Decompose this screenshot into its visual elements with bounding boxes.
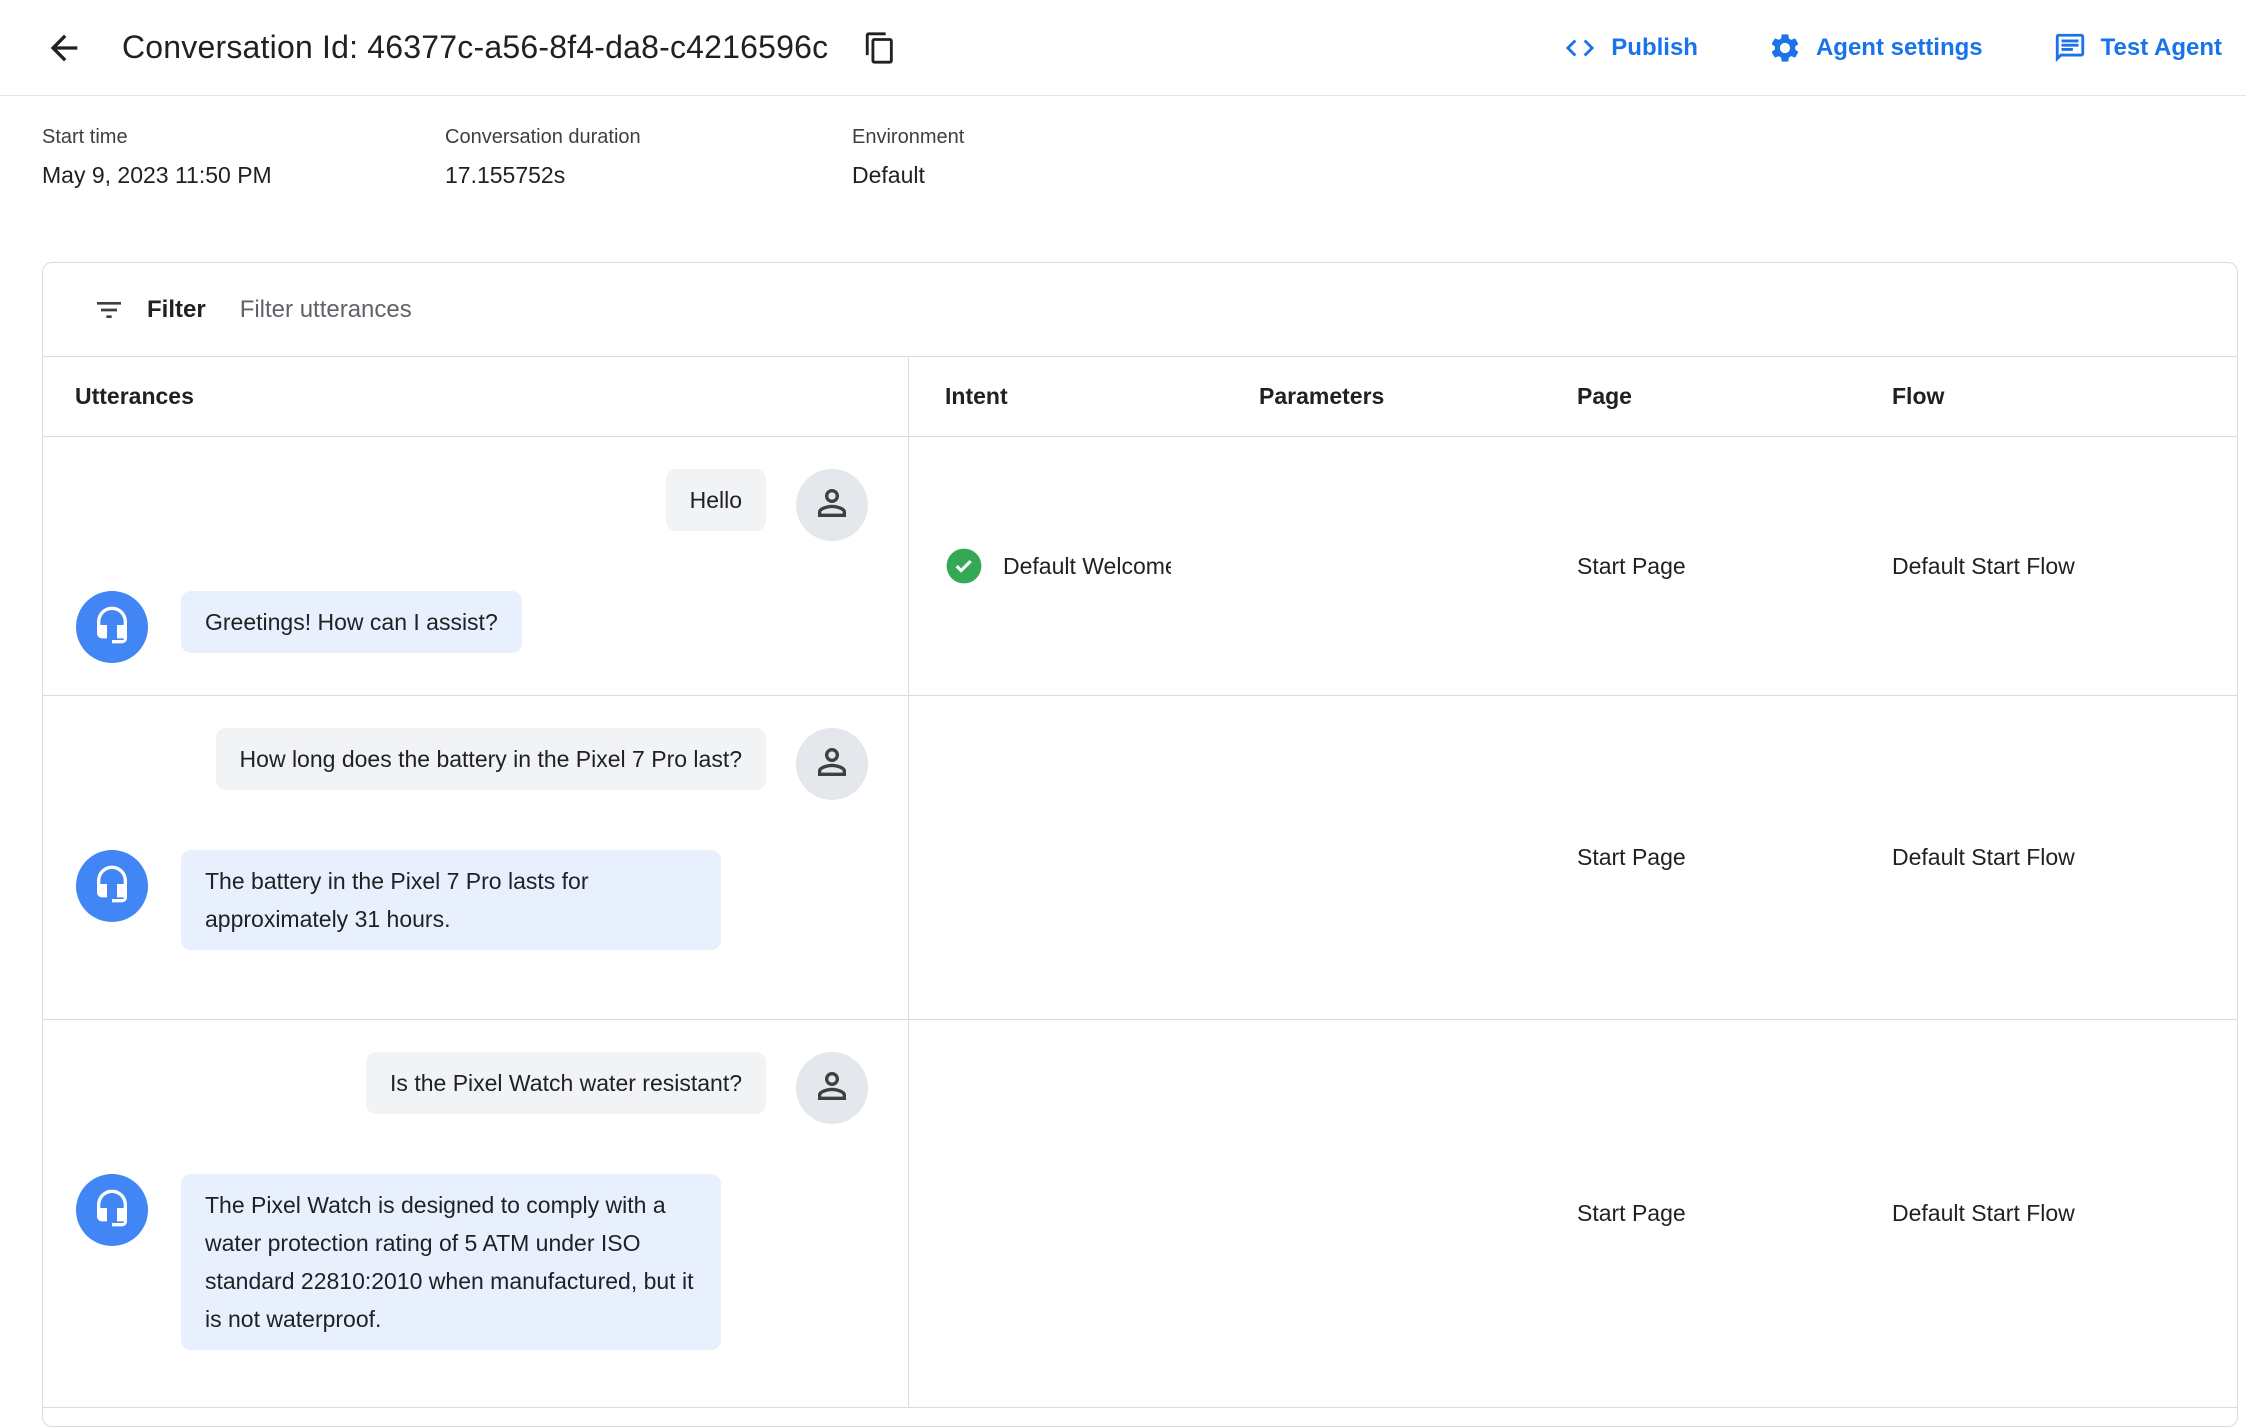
meta-value: Default	[852, 162, 925, 188]
utterances-cell: How long does the battery in the Pixel 7…	[43, 696, 909, 1019]
page-cell: Start Page	[1577, 844, 1686, 870]
meta-value: 17.155752s	[445, 162, 566, 188]
user-utterance: Is the Pixel Watch water resistant?	[366, 1052, 766, 1114]
user-utterance: How long does the battery in the Pixel 7…	[215, 728, 766, 790]
conversation-meta: Start time May 9, 2023 11:50 PM Conversa…	[0, 96, 2246, 262]
meta-value: May 9, 2023 11:50 PM	[42, 162, 272, 188]
intent-cell	[909, 1020, 1223, 1407]
meta-label: Start time	[42, 126, 128, 148]
page-cell: Start Page	[1577, 552, 1686, 579]
topbar: Conversation Id: 46377c-a56-8f4-da8-c421…	[0, 0, 2246, 96]
topbar-actions: Publish Agent settings Test Agent	[1563, 31, 2222, 65]
agent-avatar	[76, 591, 148, 663]
publish-button[interactable]: Publish	[1563, 31, 1698, 65]
agent-turn: The battery in the Pixel 7 Pro lasts for…	[43, 850, 908, 950]
test-agent-label: Test Agent	[2100, 33, 2222, 61]
table-row: How long does the battery in the Pixel 7…	[43, 696, 2237, 1020]
agent-avatar	[76, 1174, 148, 1246]
headset-icon	[92, 1188, 132, 1233]
chat-icon	[2053, 31, 2087, 65]
intent-cell: Default Welcome	[909, 437, 1223, 695]
agent-response: The battery in the Pixel 7 Pro lasts for…	[181, 850, 721, 950]
flow-cell: Default Start Flow	[1892, 552, 2075, 579]
agent-response: The Pixel Watch is designed to comply wi…	[181, 1174, 721, 1350]
filter-input[interactable]	[237, 294, 2207, 325]
conversation-panel: Filter Utterances Intent Parameters Page…	[42, 262, 2238, 1427]
meta-duration: Conversation duration 17.155752s	[445, 126, 852, 262]
user-avatar	[796, 469, 868, 541]
back-button[interactable]	[40, 24, 88, 72]
column-header-intent: Intent	[945, 383, 1008, 409]
page-cell: Start Page	[1577, 1200, 1686, 1226]
table-row: Is the Pixel Watch water resistant? The …	[43, 1020, 2237, 1408]
column-header-utterances: Utterances	[43, 357, 909, 436]
meta-label: Conversation duration	[445, 126, 641, 148]
agent-settings-label: Agent settings	[1815, 33, 1983, 61]
flow-cell: Default Start Flow	[1892, 1200, 2075, 1226]
intent-cell	[909, 696, 1223, 1019]
user-avatar	[796, 1052, 868, 1124]
user-turn: Hello	[43, 469, 908, 541]
filter-bar: Filter	[43, 263, 2237, 357]
gear-icon	[1768, 31, 1802, 65]
intent-name: Default Welcome	[1003, 552, 1171, 579]
table-row: Hello Greetings! How can I assist? Defau…	[43, 437, 2237, 696]
column-header-flow: Flow	[1892, 383, 1945, 409]
page-title: Conversation Id: 46377c-a56-8f4-da8-c421…	[122, 29, 829, 65]
arrow-back-icon	[44, 28, 84, 68]
headset-icon	[92, 605, 132, 650]
agent-response: Greetings! How can I assist?	[181, 591, 522, 653]
copy-button[interactable]	[856, 24, 904, 72]
agent-turn: Greetings! How can I assist?	[43, 591, 908, 663]
meta-start-time: Start time May 9, 2023 11:50 PM	[42, 126, 445, 262]
filter-icon[interactable]	[93, 294, 125, 326]
column-header-page: Page	[1577, 383, 1632, 409]
filter-label: Filter	[147, 295, 206, 323]
person-icon	[811, 1065, 853, 1112]
user-utterance: Hello	[665, 469, 766, 531]
parameters-cell	[1223, 1020, 1541, 1407]
user-avatar	[796, 728, 868, 800]
person-icon	[811, 741, 853, 788]
check-circle-icon	[945, 547, 983, 585]
publish-label: Publish	[1611, 33, 1698, 61]
agent-settings-button[interactable]: Agent settings	[1768, 31, 1983, 65]
meta-environment: Environment Default	[852, 126, 964, 262]
user-turn: How long does the battery in the Pixel 7…	[43, 728, 908, 800]
agent-turn: The Pixel Watch is designed to comply wi…	[43, 1174, 908, 1350]
headset-icon	[92, 864, 132, 909]
copy-icon	[863, 31, 897, 65]
agent-avatar	[76, 850, 148, 922]
meta-label: Environment	[852, 126, 965, 148]
column-header-parameters: Parameters	[1259, 383, 1385, 409]
parameters-cell	[1223, 696, 1541, 1019]
utterances-cell: Hello Greetings! How can I assist?	[43, 437, 909, 695]
utterances-cell: Is the Pixel Watch water resistant? The …	[43, 1020, 909, 1407]
code-icon	[1563, 31, 1597, 65]
user-turn: Is the Pixel Watch water resistant?	[43, 1052, 908, 1124]
person-icon	[811, 482, 853, 529]
flow-cell: Default Start Flow	[1892, 844, 2075, 870]
table-header: Utterances Intent Parameters Page Flow	[43, 357, 2237, 437]
parameters-cell	[1223, 437, 1541, 695]
test-agent-button[interactable]: Test Agent	[2053, 31, 2222, 65]
